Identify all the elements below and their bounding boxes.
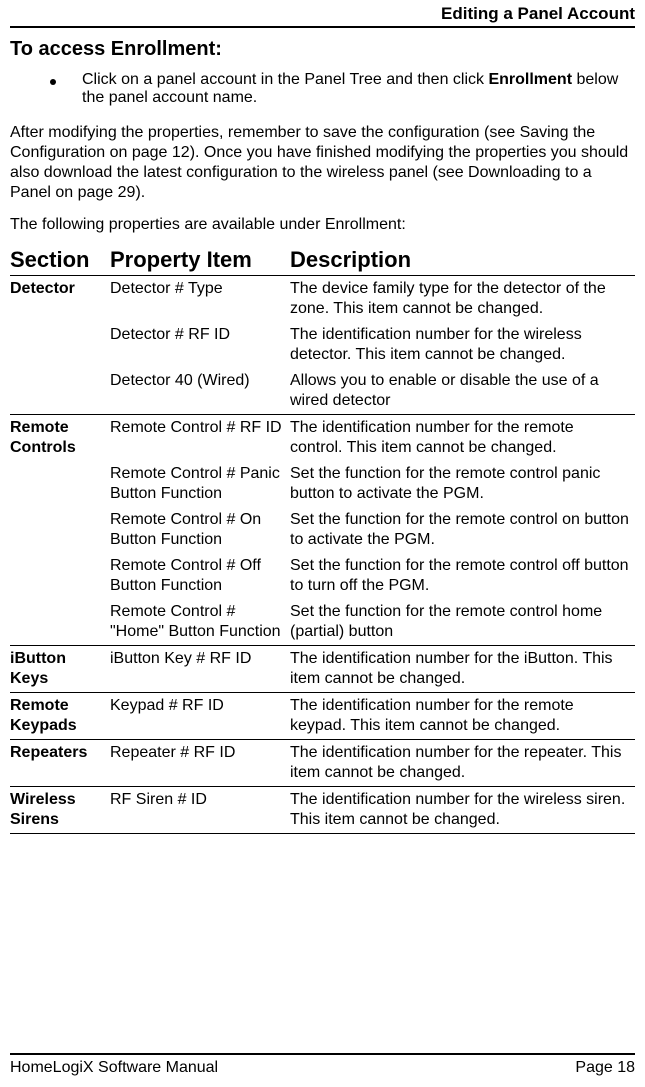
cell-property: Detector 40 (Wired) [110,368,290,415]
cell-section: Wireless Sirens [10,787,110,834]
cell-section [10,461,110,507]
cell-desc: Set the function for the remote control … [290,507,635,553]
cell-section [10,368,110,415]
table-row: Remote Control # On Button Function Set … [10,507,635,553]
table-header-row: Section Property Item Description [10,245,635,276]
bullet-item: Click on a panel account in the Panel Tr… [50,71,635,107]
paragraph-save-download: After modifying the properties, remember… [10,123,635,203]
cell-section: iButton Keys [10,646,110,693]
cell-desc: The device family type for the detector … [290,276,635,323]
th-description: Description [290,245,635,276]
cell-desc: Allows you to enable or disable the use … [290,368,635,415]
cell-section [10,599,110,646]
table-row: Wireless Sirens RF Siren # ID The identi… [10,787,635,834]
cell-section [10,322,110,368]
page-header-title: Editing a Panel Account [10,4,635,28]
cell-desc: The identification number for the remote… [290,415,635,462]
cell-desc: Set the function for the remote control … [290,599,635,646]
cell-desc: The identification number for the wirele… [290,322,635,368]
footer-right: Page 18 [575,1059,635,1077]
cell-property: Detector # Type [110,276,290,323]
cell-property: Remote Control # "Home" Button Function [110,599,290,646]
cell-section: Remote Controls [10,415,110,462]
cell-property: RF Siren # ID [110,787,290,834]
table-row: Remote Control # "Home" Button Function … [10,599,635,646]
cell-desc: Set the function for the remote control … [290,553,635,599]
properties-table: Section Property Item Description Detect… [10,245,635,834]
cell-section: Repeaters [10,740,110,787]
cell-property: Repeater # RF ID [110,740,290,787]
bullet-text-pre: Click on a panel account in the Panel Tr… [82,71,488,88]
table-row: Remote Keypads Keypad # RF ID The identi… [10,693,635,740]
cell-property: iButton Key # RF ID [110,646,290,693]
table-row: Remote Control # Off Button Function Set… [10,553,635,599]
cell-section: Detector [10,276,110,323]
table-row: iButton Keys iButton Key # RF ID The ide… [10,646,635,693]
cell-property: Remote Control # RF ID [110,415,290,462]
section-heading: To access Enrollment: [10,38,635,61]
paragraph-following-properties: The following properties are available u… [10,215,635,235]
bullet-text-bold: Enrollment [488,71,572,88]
table-row: Detector 40 (Wired) Allows you to enable… [10,368,635,415]
table-row: Detector Detector # Type The device fami… [10,276,635,323]
page-footer: HomeLogiX Software Manual Page 18 [10,1053,635,1077]
bullet-text: Click on a panel account in the Panel Tr… [82,71,635,107]
table-row: Remote Control # Panic Button Function S… [10,461,635,507]
cell-property: Remote Control # Off Button Function [110,553,290,599]
table-row: Detector # RF ID The identification numb… [10,322,635,368]
footer-left: HomeLogiX Software Manual [10,1059,218,1077]
cell-desc: The identification number for the repeat… [290,740,635,787]
th-property: Property Item [110,245,290,276]
cell-section [10,507,110,553]
cell-desc: The identification number for the iButto… [290,646,635,693]
cell-property: Detector # RF ID [110,322,290,368]
cell-desc: The identification number for the remote… [290,693,635,740]
table-row: Remote Controls Remote Control # RF ID T… [10,415,635,462]
cell-section: Remote Keypads [10,693,110,740]
cell-desc: The identification number for the wirele… [290,787,635,834]
cell-desc: Set the function for the remote control … [290,461,635,507]
cell-section [10,553,110,599]
th-section: Section [10,245,110,276]
cell-property: Remote Control # On Button Function [110,507,290,553]
table-row: Repeaters Repeater # RF ID The identific… [10,740,635,787]
cell-property: Keypad # RF ID [110,693,290,740]
cell-property: Remote Control # Panic Button Function [110,461,290,507]
bullet-icon [50,79,56,85]
